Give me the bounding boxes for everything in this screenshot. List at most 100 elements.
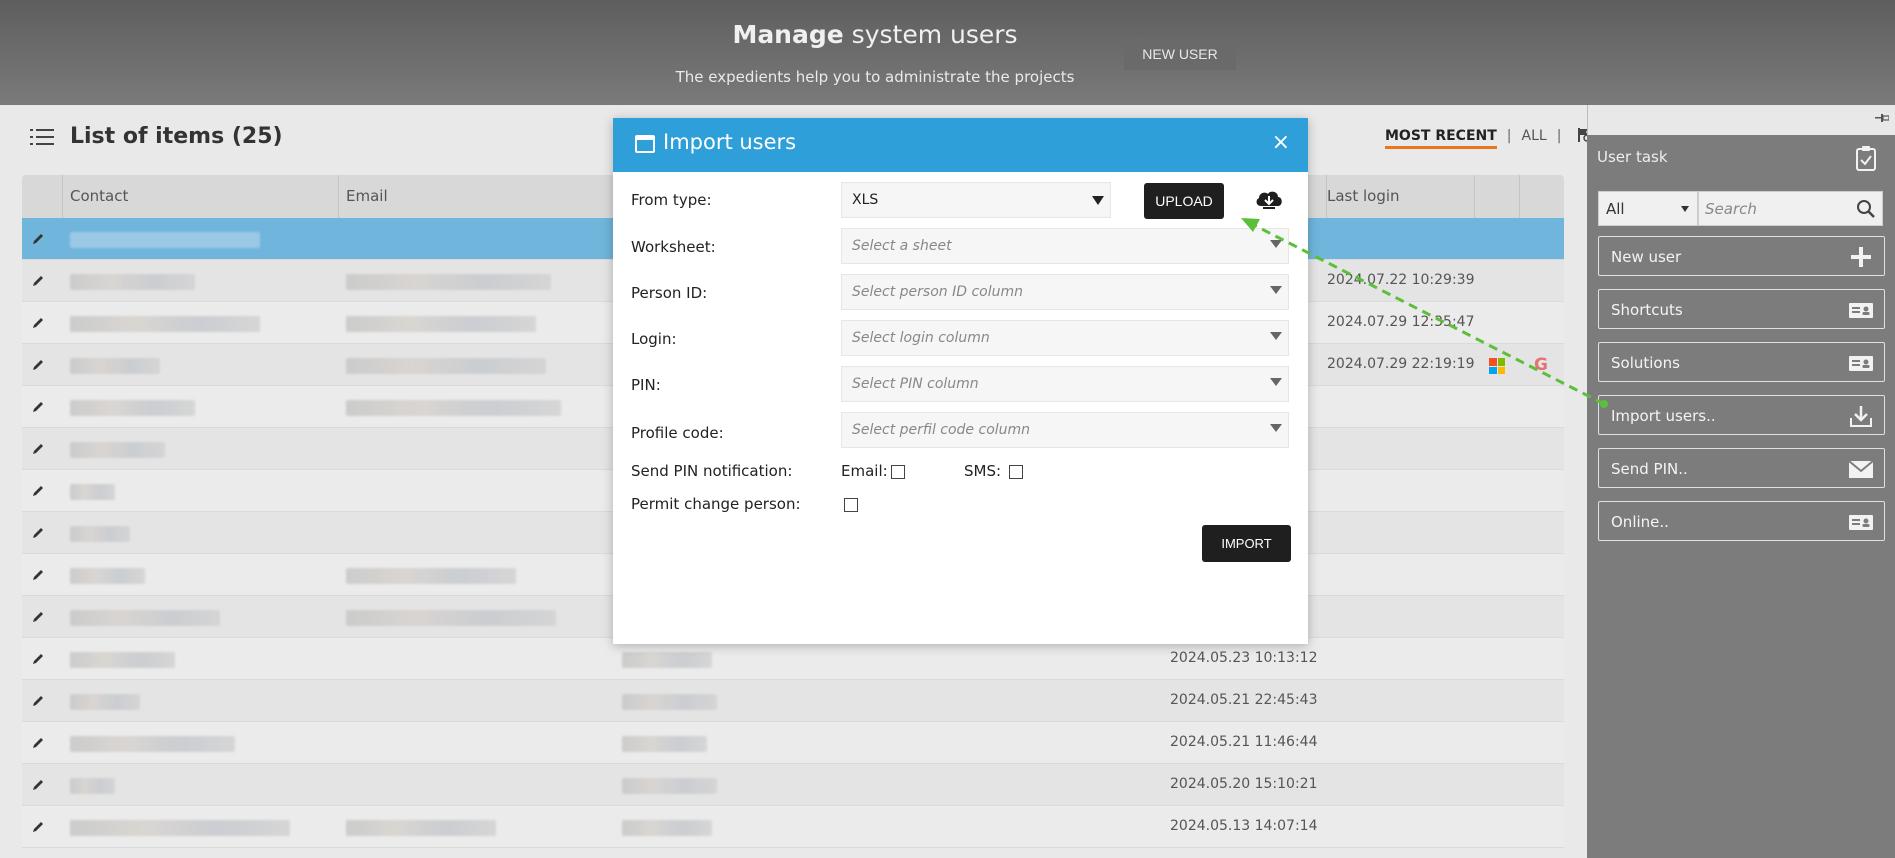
worksheet-placeholder: Select a sheet bbox=[852, 238, 952, 254]
edit-pencil-icon[interactable] bbox=[31, 358, 45, 372]
table-row[interactable]: 2024.05.23 10:13:12 bbox=[22, 638, 1564, 680]
sidebar-search-input[interactable]: Search bbox=[1698, 191, 1883, 226]
sidebar-title: User task bbox=[1597, 148, 1668, 166]
envelope-icon bbox=[1848, 460, 1874, 478]
edit-pencil-icon[interactable] bbox=[31, 232, 45, 246]
sidebar-filter-select[interactable]: All bbox=[1598, 191, 1698, 226]
table-row[interactable]: 2024.05.13 14:07:14 bbox=[22, 806, 1564, 848]
pin-icon[interactable] bbox=[1875, 112, 1889, 124]
redacted-cell bbox=[70, 694, 140, 710]
pin-select[interactable]: Select PIN column bbox=[841, 366, 1289, 402]
redacted-cell bbox=[346, 610, 556, 626]
filter-most-recent[interactable]: MOST RECENT bbox=[1385, 128, 1497, 149]
column-email[interactable]: Email bbox=[346, 187, 388, 205]
redacted-cell bbox=[70, 778, 115, 794]
card-icon bbox=[1849, 356, 1873, 371]
redacted-cell bbox=[70, 400, 195, 416]
login-select[interactable]: Select login column bbox=[841, 320, 1289, 356]
row-last-login: 2024.07.29 12:35:47 bbox=[1327, 314, 1475, 330]
pin-label: PIN: bbox=[631, 376, 661, 394]
card-icon bbox=[1849, 303, 1873, 318]
edit-pencil-icon[interactable] bbox=[31, 526, 45, 540]
sidebar-filter-value: All bbox=[1606, 200, 1625, 218]
edit-pencil-icon[interactable] bbox=[31, 736, 45, 750]
edit-pencil-icon[interactable] bbox=[31, 442, 45, 456]
redacted-cell bbox=[70, 232, 260, 248]
new-user-button[interactable]: NEW USER bbox=[1124, 38, 1236, 70]
row-last-login: 2024.07.22 10:29:39 bbox=[1327, 272, 1475, 288]
chevron-down-icon bbox=[1270, 378, 1282, 386]
person-id-select[interactable]: Select person ID column bbox=[841, 274, 1289, 310]
redacted-cell bbox=[70, 358, 160, 374]
filter-all[interactable]: ALL bbox=[1522, 128, 1547, 144]
chevron-down-icon bbox=[1270, 286, 1282, 294]
window-icon bbox=[635, 135, 655, 153]
redacted-cell bbox=[346, 358, 546, 374]
table-row[interactable]: 2024.05.21 22:45:43 bbox=[22, 680, 1564, 722]
user-task-sidebar: User task All Search New user Shortcuts So… bbox=[1587, 105, 1895, 858]
sidebar-button-send-pin[interactable]: Send PIN.. bbox=[1598, 448, 1885, 488]
email-checkbox[interactable] bbox=[891, 465, 905, 479]
profile-code-placeholder: Select perfil code column bbox=[852, 422, 1031, 438]
pin-placeholder: Select PIN column bbox=[852, 376, 979, 392]
person-id-label: Person ID: bbox=[631, 284, 708, 302]
cloud-download-icon[interactable] bbox=[1254, 188, 1284, 212]
redacted-cell bbox=[70, 442, 165, 458]
edit-pencil-icon[interactable] bbox=[31, 484, 45, 498]
redacted-cell bbox=[622, 820, 712, 836]
column-last-login[interactable]: Last login bbox=[1327, 187, 1400, 205]
redacted-cell bbox=[622, 652, 712, 668]
email-checkbox-label: Email: bbox=[841, 462, 888, 480]
edit-pencil-icon[interactable] bbox=[31, 778, 45, 792]
permit-change-checkbox[interactable] bbox=[844, 498, 858, 512]
filter-separator: | bbox=[1506, 128, 1512, 144]
dialog-title: Import users bbox=[663, 130, 797, 154]
edit-pencil-icon[interactable] bbox=[31, 694, 45, 708]
sidebar-button-solutions[interactable]: Solutions bbox=[1598, 342, 1885, 382]
edit-pencil-icon[interactable] bbox=[31, 568, 45, 582]
redacted-cell bbox=[346, 820, 496, 836]
table-row[interactable]: 2024.05.21 11:46:44 bbox=[22, 722, 1564, 764]
sidebar-button-shortcuts[interactable]: Shortcuts bbox=[1598, 289, 1885, 329]
redacted-cell bbox=[346, 316, 536, 332]
send-pin-label: Send PIN notification: bbox=[631, 462, 793, 480]
redacted-cell bbox=[346, 400, 561, 416]
sms-checkbox[interactable] bbox=[1009, 465, 1023, 479]
sidebar-topbar bbox=[1587, 105, 1895, 135]
edit-pencil-icon[interactable] bbox=[31, 316, 45, 330]
sidebar-button-import-users[interactable]: Import users.. bbox=[1598, 395, 1885, 435]
profile-code-select[interactable]: Select perfil code column bbox=[841, 412, 1289, 448]
close-icon[interactable]: × bbox=[1272, 130, 1290, 155]
sidebar-button-online[interactable]: Online.. bbox=[1598, 501, 1885, 541]
page-title-bold: Manage bbox=[732, 20, 844, 49]
edit-pencil-icon[interactable] bbox=[31, 610, 45, 624]
upload-button[interactable]: UPLOAD bbox=[1144, 183, 1224, 219]
redacted-cell bbox=[70, 274, 195, 290]
download-icon bbox=[1850, 406, 1872, 427]
from-type-select[interactable]: XLS bbox=[841, 182, 1111, 218]
import-users-dialog: Import users × From type: XLS UPLOAD Wor… bbox=[613, 118, 1308, 644]
edit-pencil-icon[interactable] bbox=[31, 400, 45, 414]
sidebar-search-placeholder: Search bbox=[1705, 200, 1757, 218]
sidebar-button-new-user[interactable]: New user bbox=[1598, 236, 1885, 276]
edit-pencil-icon[interactable] bbox=[31, 652, 45, 666]
dialog-header: Import users × bbox=[613, 118, 1308, 172]
redacted-cell bbox=[70, 316, 260, 332]
redacted-cell bbox=[70, 568, 145, 584]
redacted-cell bbox=[622, 736, 707, 752]
row-date: 2024.05.23 10:13:12 bbox=[1170, 650, 1318, 666]
edit-pencil-icon[interactable] bbox=[31, 820, 45, 834]
redacted-cell bbox=[70, 736, 235, 752]
search-icon[interactable] bbox=[1856, 199, 1876, 219]
sidebar-button-label: Online.. bbox=[1611, 513, 1669, 531]
edit-pencil-icon[interactable] bbox=[31, 274, 45, 288]
redacted-cell bbox=[70, 820, 290, 836]
worksheet-select[interactable]: Select a sheet bbox=[841, 228, 1289, 264]
import-button[interactable]: IMPORT bbox=[1202, 525, 1291, 562]
page-title: Manage system users bbox=[0, 20, 1750, 49]
redacted-cell bbox=[346, 274, 551, 290]
page-header: Manage system users The expedients help … bbox=[0, 0, 1895, 105]
table-row[interactable]: 2024.05.20 15:10:21 bbox=[22, 764, 1564, 806]
column-contact[interactable]: Contact bbox=[70, 187, 128, 205]
sidebar-button-label: Solutions bbox=[1611, 354, 1680, 372]
